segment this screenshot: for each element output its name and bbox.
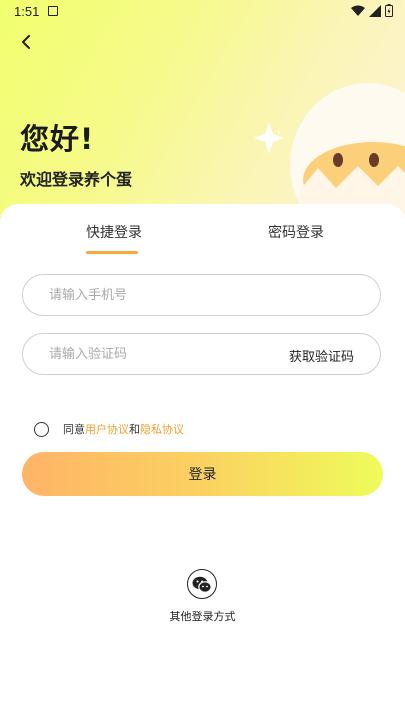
wifi-icon (351, 5, 365, 16)
tab-password-login[interactable]: 密码登录 (268, 222, 324, 242)
login-button[interactable]: 登录 (22, 452, 383, 496)
code-field: 获取验证码 (22, 333, 381, 375)
active-tab-indicator (86, 251, 138, 254)
agree-checkbox[interactable] (34, 421, 49, 437)
verification-code-input[interactable] (47, 345, 271, 363)
wechat-icon (192, 576, 212, 593)
signal-icon (369, 4, 381, 17)
agreement-row: 同意 用户协议 和 隐私协议 (34, 421, 184, 437)
other-login-label: 其他登录方式 (169, 610, 236, 623)
phone-input[interactable] (47, 286, 271, 304)
user-agreement-link[interactable]: 用户协议 (85, 421, 129, 437)
status-time: 1:51 (14, 4, 40, 19)
battery-icon (385, 4, 393, 17)
greeting-subtitle: 欢迎登录养个蛋 (20, 170, 133, 189)
status-bar: 1:51 (0, 0, 405, 24)
tab-quick-login[interactable]: 快捷登录 (86, 222, 142, 242)
privacy-policy-link[interactable]: 隐私协议 (140, 421, 184, 437)
notification-icon (48, 6, 58, 16)
agreement-and: 和 (129, 423, 140, 436)
back-button[interactable] (14, 30, 38, 54)
greeting-title: 您好! (20, 122, 95, 156)
status-icons (351, 4, 393, 17)
phone-field (22, 274, 381, 316)
login-button-label: 登录 (188, 467, 217, 483)
chevron-left-icon (22, 35, 30, 49)
wechat-login-button[interactable] (187, 569, 217, 599)
get-code-button[interactable]: 获取验证码 (289, 346, 354, 365)
agreement-prefix: 同意 (63, 423, 85, 436)
sparkle-icon (254, 122, 284, 154)
